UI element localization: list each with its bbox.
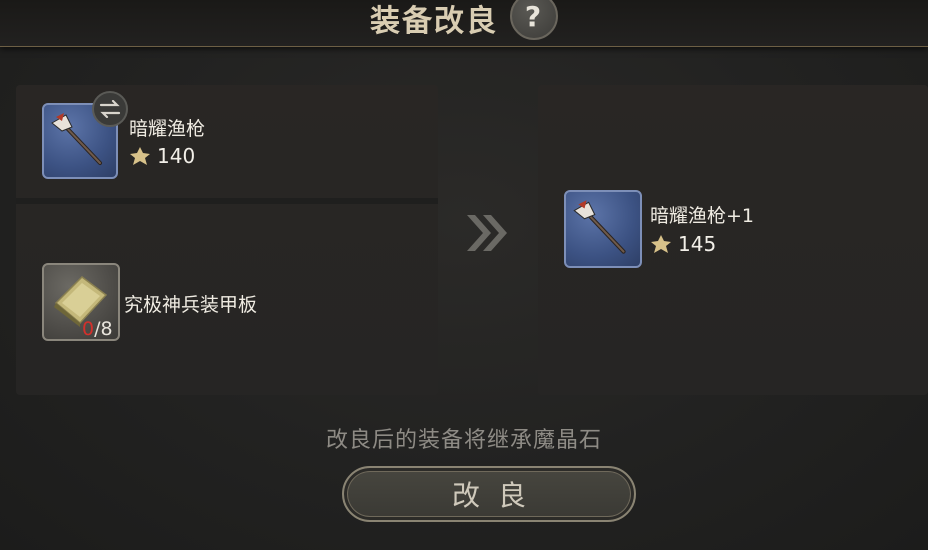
result-item-name: 暗耀渔枪+1 bbox=[650, 205, 755, 227]
refine-screen: 装备改良 ? 暗耀渔枪 140 0/8 究极神兵装甲板 暗耀渔枪+1 145 改… bbox=[0, 0, 928, 550]
double-chevron-right-icon bbox=[467, 215, 507, 251]
result-item-slot[interactable] bbox=[564, 190, 642, 268]
source-item-name: 暗耀渔枪 bbox=[129, 118, 206, 140]
swap-icon[interactable] bbox=[92, 91, 128, 127]
source-item-stat: 140 bbox=[129, 144, 195, 168]
material-need: /8 bbox=[94, 318, 113, 340]
material-name: 究极神兵装甲板 bbox=[124, 294, 258, 316]
panel-divider bbox=[16, 198, 438, 204]
page-title: 装备改良 bbox=[370, 4, 498, 39]
header-title-group: 装备改良 ? bbox=[0, 0, 928, 40]
help-button[interactable]: ? bbox=[510, 0, 558, 40]
power-icon bbox=[651, 235, 671, 253]
material-have: 0 bbox=[82, 318, 95, 340]
power-icon bbox=[130, 147, 150, 165]
result-item-stat-value: 145 bbox=[678, 232, 717, 256]
inherit-note: 改良后的装备将继承魔晶石 bbox=[325, 428, 602, 453]
spear-icon bbox=[573, 200, 626, 254]
material-count: 0/8 bbox=[82, 318, 113, 340]
result-item-stat: 145 bbox=[650, 232, 716, 256]
refine-button[interactable]: 改良 bbox=[342, 466, 636, 522]
source-item-stat-value: 140 bbox=[157, 144, 196, 168]
header-bar: 装备改良 ? bbox=[0, 0, 928, 47]
